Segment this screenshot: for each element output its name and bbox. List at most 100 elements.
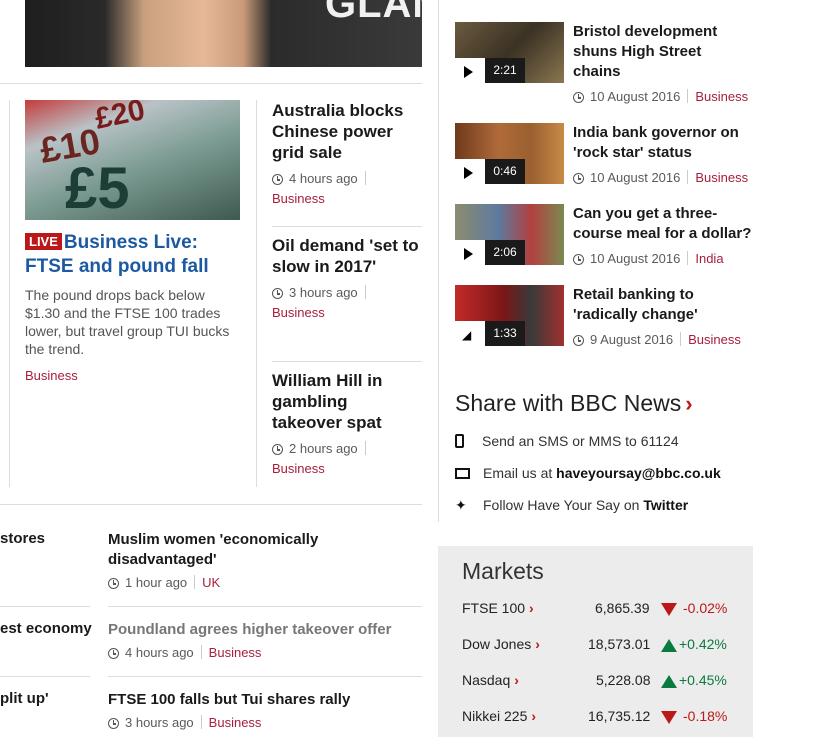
arrow-down-icon [661, 603, 677, 616]
video-thumbnail[interactable]: 2:21 [455, 22, 564, 83]
mid-story: William Hill in gambling takeover spat 2… [272, 370, 422, 476]
divider [0, 676, 90, 677]
video-date: 10 August 2016 [590, 170, 681, 185]
clock-icon [108, 718, 119, 729]
twitter-link[interactable]: Twitter [643, 497, 688, 513]
lower-story: Poundland agrees higher takeover offer 4… [108, 620, 408, 660]
lower-story: FTSE 100 falls but Tui shares rally 3 ho… [108, 690, 408, 730]
clock-icon [108, 648, 119, 659]
story-tag[interactable]: Business [272, 305, 422, 320]
clock-icon [573, 92, 584, 103]
lower-story: Muslim women 'economically disadvantaged… [108, 530, 408, 590]
play-icon [464, 167, 473, 179]
share-twitter: ✦ Follow Have Your Say on Twitter [455, 497, 689, 513]
market-value: 18,573.01 [588, 636, 651, 652]
clock-icon [272, 288, 283, 299]
share-email: Email us at haveyoursay@bbc.co.uk [455, 465, 721, 481]
divider [108, 606, 422, 607]
play-icon [464, 248, 473, 260]
market-change: -0.18% [683, 708, 728, 724]
market-row[interactable]: Nikkei 225 › 16,735.12 -0.18% [462, 708, 752, 724]
divider [0, 83, 422, 84]
market-name[interactable]: Nasdaq [462, 672, 510, 688]
arrow-down-icon [661, 711, 677, 724]
divider [0, 504, 422, 505]
chevron-right-icon: › [531, 708, 537, 724]
divider [0, 606, 90, 607]
story-tag[interactable]: Business [209, 715, 262, 730]
story-time: 1 hour ago [125, 575, 188, 590]
story-headline[interactable]: Oil demand 'set to slow in 2017' [272, 235, 422, 277]
arrow-up-icon [661, 675, 677, 688]
cut-headline[interactable]: plit up' [0, 690, 49, 707]
story-headline[interactable]: FTSE 100 falls but Tui shares rally [108, 690, 408, 710]
phone-icon [455, 434, 464, 448]
video-headline[interactable]: India bank governor on 'rock star' statu… [573, 123, 753, 163]
story-headline[interactable]: Muslim women 'economically disadvantaged… [108, 530, 408, 570]
video-headline[interactable]: Can you get a three-course meal for a do… [573, 204, 753, 244]
market-row[interactable]: Dow Jones › 18,573.01 +0.42% [462, 636, 752, 652]
divider [438, 0, 439, 522]
story-time: 4 hours ago [289, 171, 358, 186]
divider [272, 226, 422, 227]
video-date: 10 August 2016 [590, 89, 681, 104]
video-thumbnail[interactable]: ◢ 1:33 [455, 285, 564, 346]
divider [108, 676, 422, 677]
story-headline[interactable]: William Hill in gambling takeover spat [272, 370, 422, 433]
story-tag[interactable]: Business [209, 645, 262, 660]
audio-icon: ◢ [462, 328, 472, 342]
clock-icon [573, 254, 584, 265]
video-headline[interactable]: Retail banking to 'radically change' [573, 285, 753, 325]
story-time: 2 hours ago [289, 441, 358, 456]
clock-icon [573, 335, 584, 346]
hero-image-text: GLAMOU [325, 0, 422, 26]
chevron-right-icon: › [685, 391, 693, 416]
live-tag[interactable]: Business [25, 368, 78, 383]
video-headline[interactable]: Bristol development shuns High Street ch… [573, 22, 753, 82]
video-duration: 2:21 [485, 58, 525, 83]
clock-icon [272, 444, 283, 455]
live-story-image[interactable]: £20 £10 £5 [25, 100, 240, 220]
live-summary: The pound drops back below $1.30 and the… [25, 287, 230, 357]
play-icon [464, 66, 473, 78]
chevron-right-icon: › [529, 600, 534, 616]
email-link[interactable]: haveyoursay@bbc.co.uk [556, 465, 721, 481]
live-headline[interactable]: LIVE Business Live: FTSE and pound fall [25, 230, 240, 279]
divider [9, 100, 10, 487]
story-time: 3 hours ago [289, 285, 358, 300]
markets-title: Markets [462, 558, 544, 584]
market-name[interactable]: Nikkei 225 [462, 708, 527, 724]
market-value: 6,865.39 [595, 600, 650, 616]
envelope-icon [455, 468, 470, 479]
market-name[interactable]: FTSE 100 [462, 600, 525, 616]
video-thumbnail[interactable]: 2:06 [455, 204, 564, 265]
market-row[interactable]: FTSE 100 › 6,865.39 -0.02% [462, 600, 752, 616]
cut-headline[interactable]: stores [0, 530, 45, 547]
chevron-right-icon: › [514, 672, 519, 688]
clock-icon [573, 173, 584, 184]
story-time: 4 hours ago [125, 645, 194, 660]
market-value: 5,228.08 [596, 672, 651, 688]
story-headline[interactable]: Australia blocks Chinese power grid sale [272, 100, 422, 163]
video-tag[interactable]: India [695, 251, 723, 266]
video-tag[interactable]: Business [688, 332, 741, 347]
market-value: 16,735.12 [588, 708, 651, 724]
clock-icon [272, 174, 283, 185]
story-tag[interactable]: UK [202, 575, 220, 590]
story-tag[interactable]: Business [272, 191, 422, 206]
market-row[interactable]: Nasdaq › 5,228.08 +0.45% [462, 672, 752, 688]
divider [272, 361, 422, 362]
video-tag[interactable]: Business [695, 89, 748, 104]
share-title[interactable]: Share with BBC News › [455, 390, 693, 417]
arrow-up-icon [661, 639, 677, 652]
story-headline[interactable]: Poundland agrees higher takeover offer [108, 620, 408, 640]
story-tag[interactable]: Business [272, 461, 422, 476]
cut-headline[interactable]: est economy [0, 620, 92, 637]
video-duration: 0:46 [485, 159, 525, 184]
video-tag[interactable]: Business [695, 170, 748, 185]
market-change: +0.45% [679, 672, 727, 688]
share-sms: Send an SMS or MMS to 61124 [455, 433, 679, 449]
market-name[interactable]: Dow Jones [462, 636, 531, 652]
hero-image[interactable]: GLAMOU [25, 0, 422, 67]
video-thumbnail[interactable]: 0:46 [455, 123, 564, 184]
